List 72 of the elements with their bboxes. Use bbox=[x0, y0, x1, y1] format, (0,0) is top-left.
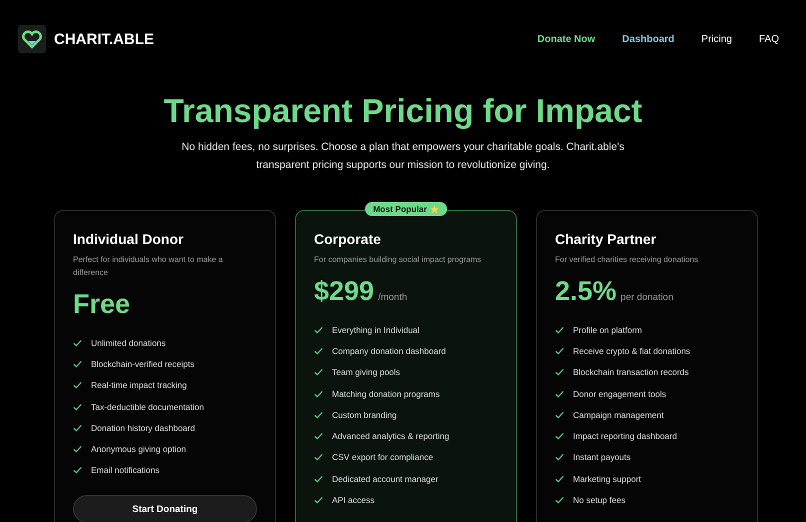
plan-description: For companies building social impact programs bbox=[314, 254, 482, 266]
check-icon bbox=[73, 381, 82, 390]
plan-name: Corporate bbox=[314, 231, 382, 247]
feature-text: Campaign management bbox=[573, 410, 664, 420]
check-icon bbox=[555, 432, 564, 440]
plan-price: $299 bbox=[314, 276, 374, 307]
feature-text: Donor engagement tools bbox=[573, 388, 666, 399]
check-icon bbox=[555, 326, 564, 334]
feature-text: Anonymous giving option bbox=[91, 444, 186, 454]
price-unit: /month bbox=[378, 292, 408, 303]
plan-name: Charity Partner bbox=[555, 231, 658, 247]
feature-text: Impact reporting dashboard bbox=[573, 431, 677, 442]
check-icon bbox=[73, 445, 82, 454]
plan-description: For verified charities receiving donations bbox=[555, 254, 700, 266]
star-icon bbox=[430, 204, 439, 214]
feature-text: API access bbox=[332, 495, 375, 506]
feature-text: Dedicated account manager bbox=[332, 474, 438, 484]
feature-text: Company donation dashboard bbox=[332, 346, 446, 356]
feature-text: Blockchain-verified receipts bbox=[91, 358, 194, 369]
feature-text: Everything in Individual bbox=[332, 324, 420, 335]
feature-text: Donation history dashboard bbox=[91, 422, 195, 433]
check-icon bbox=[555, 474, 564, 483]
check-icon bbox=[314, 432, 323, 440]
nav-link[interactable]: FAQ bbox=[758, 34, 779, 44]
check-icon bbox=[555, 410, 564, 419]
check-icon bbox=[555, 346, 564, 355]
check-icon bbox=[314, 346, 323, 355]
check-icon bbox=[555, 496, 564, 504]
feature-text: Receive crypto & fiat donations bbox=[573, 346, 690, 356]
check-icon bbox=[73, 338, 82, 347]
feature-text: Real-time impact tracking bbox=[91, 380, 187, 390]
feature-text: Advanced analytics & reporting bbox=[332, 431, 450, 442]
heart-logo-icon bbox=[18, 25, 46, 53]
plan-price: 2.5% bbox=[555, 276, 617, 307]
feature-text: Team giving pools bbox=[332, 367, 400, 378]
brand-name: CHARIT.ABLE bbox=[54, 30, 154, 48]
price-unit: per donation bbox=[620, 292, 674, 303]
check-icon bbox=[314, 326, 323, 334]
nav-link[interactable]: Pricing bbox=[701, 34, 732, 44]
feature-text: Profile on platform bbox=[573, 324, 642, 335]
check-icon bbox=[314, 410, 323, 419]
popular-badge: Most Popular bbox=[365, 202, 447, 216]
start-donating-button[interactable]: Start Donating bbox=[73, 495, 257, 522]
check-icon bbox=[555, 453, 564, 462]
feature-text: Blockchain transaction records bbox=[573, 367, 689, 378]
check-icon bbox=[314, 496, 323, 504]
feature-text: Instant payouts bbox=[573, 452, 631, 462]
feature-text: Marketing support bbox=[573, 474, 642, 484]
check-icon bbox=[73, 466, 82, 474]
feature-text: Email notifications bbox=[91, 465, 160, 476]
check-icon bbox=[314, 390, 323, 398]
nav-link[interactable]: Donate Now bbox=[537, 34, 596, 44]
check-icon bbox=[314, 368, 323, 376]
check-icon bbox=[555, 368, 564, 376]
feature-text: Matching donation programs bbox=[332, 388, 440, 399]
check-icon bbox=[73, 402, 82, 411]
check-icon bbox=[73, 360, 82, 368]
plan-name: Individual Donor bbox=[73, 231, 184, 247]
feature-text: Custom branding bbox=[332, 410, 397, 420]
nav-link[interactable]: Dashboard bbox=[622, 34, 674, 44]
feature-text: Tax-deductible documentation bbox=[91, 402, 204, 412]
feature-text: No setup fees bbox=[573, 495, 626, 506]
check-icon bbox=[314, 474, 323, 483]
hero-title: Transparent Pricing for Impact bbox=[162, 92, 644, 130]
hero-subtitle: No hidden fees, no surprises. Choose a plan that empowers your charitable goals. Charit.able's transparent pricing supports our mission to revolutionize giving. bbox=[180, 140, 626, 173]
plan-price: Free bbox=[73, 289, 130, 320]
feature-text: CSV export for compliance bbox=[332, 452, 434, 462]
feature-text: Unlimited donations bbox=[91, 338, 166, 348]
check-icon bbox=[73, 424, 82, 432]
check-icon bbox=[555, 390, 564, 398]
plan-description: Perfect for individuals who want to make a difference bbox=[73, 254, 224, 279]
check-icon bbox=[314, 453, 323, 462]
